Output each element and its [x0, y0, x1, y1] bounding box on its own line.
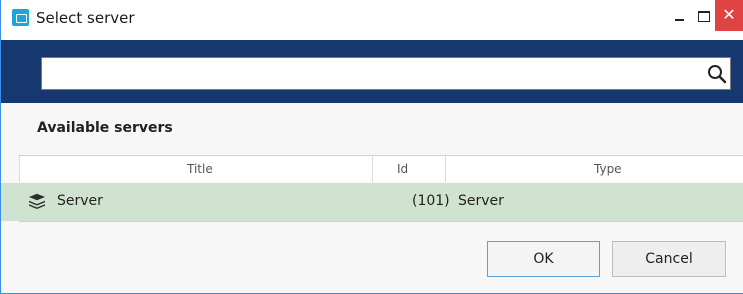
select-server-dialog: Select server ✕ Available servers Title …	[0, 0, 743, 294]
column-separator[interactable]	[19, 156, 20, 182]
column-header-id[interactable]: Id	[397, 162, 408, 176]
column-separator[interactable]	[445, 156, 446, 182]
maximize-icon[interactable]	[693, 0, 715, 31]
table-row[interactable]: Server (101) Server	[1, 183, 743, 221]
title-bar[interactable]: Select server ✕	[1, 0, 743, 40]
server-stack-icon	[29, 193, 45, 209]
window-title: Select server	[36, 9, 135, 27]
section-title: Available servers	[37, 120, 173, 136]
column-header-title[interactable]: Title	[187, 162, 213, 176]
cell-id: (101)	[412, 193, 450, 209]
cell-type: Server	[458, 193, 504, 209]
search-input[interactable]	[41, 57, 731, 90]
cell-title: Server	[57, 193, 103, 209]
minimize-icon[interactable]	[665, 0, 693, 31]
table-divider	[19, 221, 743, 222]
app-icon	[12, 9, 29, 26]
column-header-type[interactable]: Type	[594, 162, 622, 176]
ok-button[interactable]: OK	[487, 241, 600, 277]
column-separator[interactable]	[372, 156, 373, 182]
cancel-button[interactable]: Cancel	[612, 241, 726, 277]
search-band	[1, 40, 743, 103]
close-icon: ✕	[722, 5, 736, 24]
close-button[interactable]: ✕	[715, 0, 743, 31]
search-icon[interactable]	[707, 64, 727, 84]
table-header: Title Id Type	[19, 156, 743, 182]
